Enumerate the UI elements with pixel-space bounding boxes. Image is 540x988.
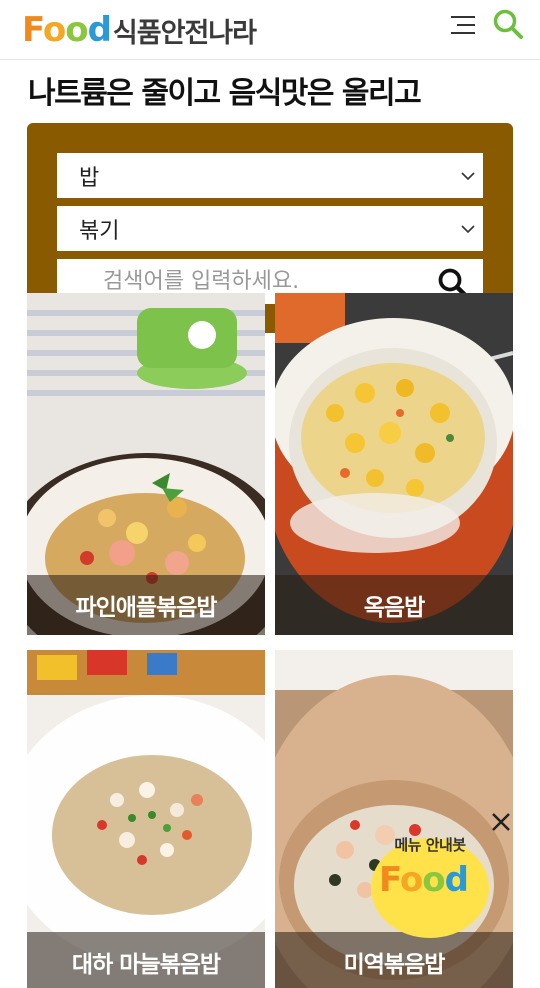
recipe-name: 미역볶음밥	[275, 932, 513, 988]
chatbot-food-wordmark: Food	[379, 860, 469, 900]
category-select-value: 밥	[79, 165, 100, 191]
page-title: 나트륨은 줄이고 음식맛은 올리고	[28, 76, 422, 111]
menu-guide-chatbot[interactable]: 메뉴 안내봇 Food	[371, 808, 521, 938]
recipe-card[interactable]: 대하 마늘볶음밥	[27, 650, 265, 988]
app-header: Food 식품안전나라	[0, 0, 540, 60]
site-logo[interactable]: Food 식품안전나라	[22, 10, 257, 50]
recipe-name: 대하 마늘볶음밥	[27, 932, 265, 988]
recipe-card[interactable]: 파인애플볶음밥	[27, 293, 265, 635]
chevron-down-icon	[461, 172, 475, 181]
category-select[interactable]: 밥	[57, 153, 483, 198]
logo-letter-o2: o	[65, 10, 88, 50]
chevron-down-icon	[461, 225, 475, 234]
bot-letter-o2: o	[422, 860, 445, 900]
bot-letter-o1: o	[399, 860, 423, 900]
bot-letter-d: d	[444, 860, 469, 900]
hamburger-menu-icon[interactable]	[447, 12, 475, 38]
food-logo-wordmark: Food	[22, 10, 112, 50]
recipe-name: 옥음밥	[275, 575, 513, 635]
logo-letter-d: d	[87, 10, 112, 50]
recipe-card[interactable]: 옥음밥	[275, 293, 513, 635]
search-icon[interactable]	[492, 8, 524, 40]
cooking-method-select[interactable]: 볶기	[57, 206, 483, 251]
chatbot-label: 메뉴 안내봇	[394, 836, 466, 854]
bot-letter-f: F	[379, 860, 401, 900]
logo-text: 식품안전나라	[112, 17, 257, 49]
cooking-method-select-value: 볶기	[79, 218, 120, 244]
recipe-name: 파인애플볶음밥	[27, 575, 265, 635]
close-icon[interactable]	[489, 810, 513, 834]
logo-letter-f: F	[22, 10, 44, 50]
logo-letter-o1: o	[42, 10, 66, 50]
